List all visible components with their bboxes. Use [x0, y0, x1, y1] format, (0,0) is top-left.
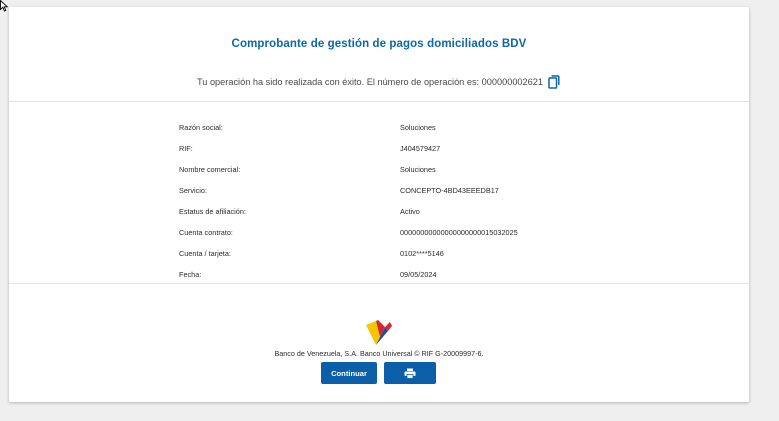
detail-row-fecha: Fecha: 09/05/2024 — [179, 264, 599, 285]
detail-value: 0102****5146 — [400, 249, 444, 258]
success-message: Tu operación ha sido realizada con éxito… — [197, 77, 543, 87]
detail-row-rif: RIF: J404579427 — [179, 138, 599, 159]
detail-row-estatus: Estatus de afiliación: Activo — [179, 201, 599, 222]
detail-value: Soluciones — [400, 123, 436, 132]
detail-label: Servicio: — [179, 186, 207, 195]
detail-label: Nombre comercial: — [179, 165, 241, 174]
detail-row-cuenta-tarjeta: Cuenta / tarjeta: 0102****5146 — [179, 243, 599, 264]
detail-value: CONCEPTO-4BD43EEEDB17 — [400, 186, 499, 195]
bdv-logo — [366, 320, 392, 345]
detail-value: Soluciones — [400, 165, 436, 174]
detail-value: 09/05/2024 — [400, 270, 437, 279]
mouse-cursor-icon — [0, 0, 8, 12]
details-list: Razón social: Soluciones RIF: J404579427… — [179, 117, 599, 285]
success-message-row: Tu operación ha sido realizada con éxito… — [9, 75, 749, 89]
detail-row-servicio: Servicio: CONCEPTO-4BD43EEEDB17 — [179, 180, 599, 201]
printer-icon — [404, 368, 416, 379]
header-divider — [9, 101, 749, 102]
receipt-card: Comprobante de gestión de pagos domicili… — [9, 7, 749, 402]
print-button[interactable] — [384, 362, 436, 384]
details-divider — [9, 283, 749, 284]
detail-row-cuenta-contrato: Cuenta contrato: 00000000000000000000015… — [179, 222, 599, 243]
detail-value: Activo — [400, 207, 420, 216]
detail-label: Estatus de afiliación: — [179, 207, 246, 216]
bank-footer-text: Banco de Venezuela, S.A. Banco Universal… — [274, 349, 484, 358]
detail-value: J404579427 — [400, 144, 441, 153]
continue-button[interactable]: Continuar — [321, 362, 377, 384]
detail-value: 00000000000000000000015032025 — [400, 228, 518, 237]
detail-row-razon-social: Razón social: Soluciones — [179, 117, 599, 138]
detail-label: RIF: — [179, 144, 193, 153]
copy-icon[interactable] — [547, 75, 561, 89]
detail-label: Cuenta / tarjeta: — [179, 249, 231, 258]
detail-label: Fecha: — [179, 270, 202, 279]
detail-label: Cuenta contrato: — [179, 228, 233, 237]
detail-row-nombre-comercial: Nombre comercial: Soluciones — [179, 159, 599, 180]
page-title: Comprobante de gestión de pagos domicili… — [231, 38, 527, 50]
detail-label: Razón social: — [179, 123, 223, 132]
